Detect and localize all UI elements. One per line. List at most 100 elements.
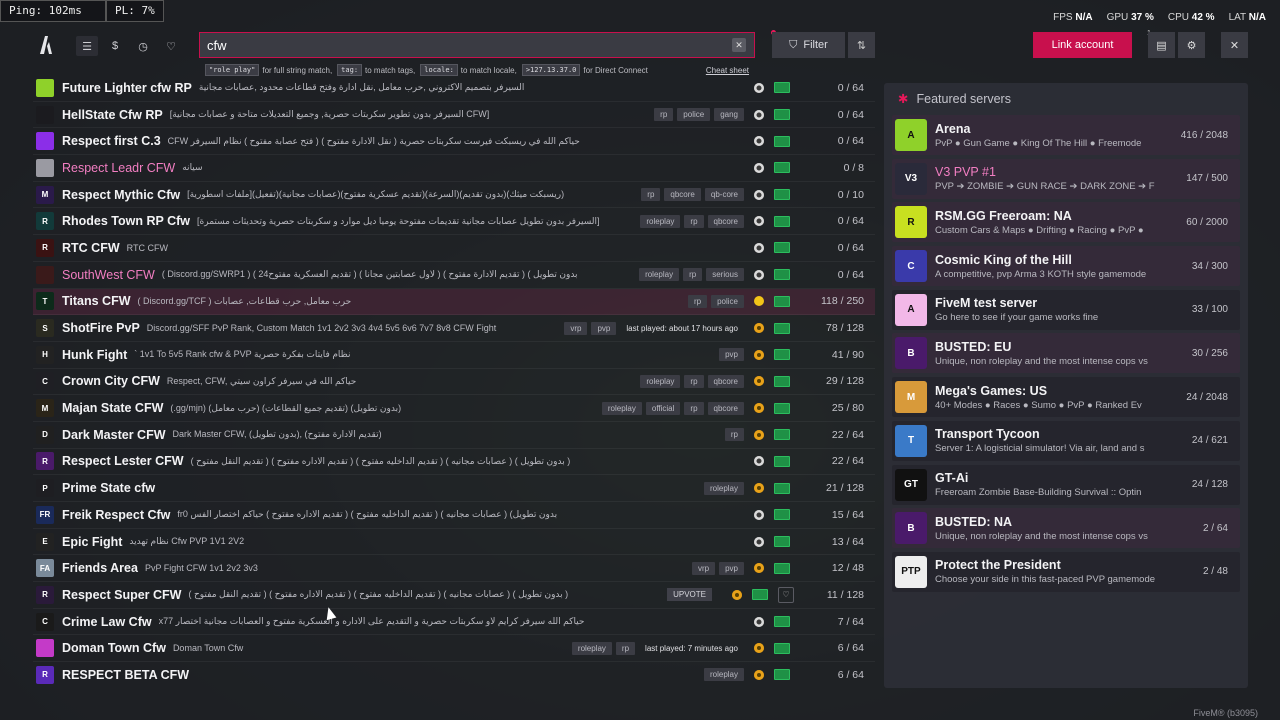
server-row[interactable]: FA Friends Area PvP Fight CFW 1v1 2v2 3v3 v… bbox=[33, 555, 875, 583]
server-row[interactable]: R Respect Lester CFW ( تقديم النقل مفتوح )… bbox=[33, 449, 875, 476]
featured-server-card[interactable]: GT GT-Ai Freeroam Zombie Base-Building Sur… bbox=[892, 464, 1240, 505]
featured-server-card[interactable]: A Arena PvP ● Gun Game ● King Of The Hill … bbox=[892, 115, 1240, 155]
tag[interactable]: qbcore bbox=[707, 374, 744, 388]
tag[interactable]: roleplay bbox=[571, 641, 612, 655]
featured-server-card[interactable]: M Mega's Games: US 40+ Modes ● Races ● Sum… bbox=[892, 377, 1240, 418]
filter-button[interactable]: ⛉ Filter bbox=[772, 32, 845, 58]
tag[interactable]: roleplay bbox=[703, 481, 744, 495]
tag[interactable]: rp bbox=[615, 641, 636, 655]
tag[interactable]: serious bbox=[706, 268, 744, 282]
server-row[interactable]: FR Freik Respect Cfw fr0 بدون تطويل) ( عصا… bbox=[33, 502, 875, 529]
server-row[interactable]: R Rhodes Town RP Cfw [السيرفر بدون تطويل ع… bbox=[33, 208, 875, 236]
featured-server-card[interactable]: C Cosmic King of the Hill A competitive, p… bbox=[892, 246, 1240, 287]
tag[interactable]: roleplay bbox=[639, 268, 680, 282]
server-name: Rhodes Town RP Cfw bbox=[62, 214, 191, 229]
player-count: 21 / 128 bbox=[826, 482, 864, 495]
search-input[interactable] bbox=[200, 33, 732, 57]
tag[interactable]: qbcore bbox=[707, 214, 744, 228]
tag[interactable]: rp bbox=[641, 188, 661, 202]
server-row[interactable]: R Respect Super CFW ( تقديم النقل مفتوح ) … bbox=[33, 582, 875, 609]
featured-server-description: Choose your side in this fast-paced PVP … bbox=[935, 574, 1156, 586]
search-bar[interactable]: ✕ bbox=[199, 32, 755, 58]
tag[interactable]: qbcore bbox=[707, 401, 744, 415]
tag[interactable]: police bbox=[711, 294, 744, 308]
link-account-button[interactable]: Link account bbox=[1033, 32, 1132, 58]
server-description: (.gg/mjn) (حرب معامل) (تقديم جميع القطاع… bbox=[170, 402, 402, 413]
server-meta: 22 / 64 bbox=[738, 455, 875, 467]
tag[interactable]: qb-core bbox=[704, 188, 744, 202]
featured-server-icon: C bbox=[895, 250, 927, 283]
sort-button[interactable]: ⇅ bbox=[848, 32, 875, 58]
server-row[interactable]: P Prime State cfw roleplay 21 / 128 bbox=[33, 475, 875, 502]
history-icon[interactable]: ◷ bbox=[132, 36, 154, 56]
server-row[interactable]: H Hunk Fight ` 1v1 To 5v5 Rank cfw & PVP ن… bbox=[33, 342, 875, 369]
tag[interactable]: roleplay bbox=[601, 401, 642, 415]
featured-server-card[interactable]: PTP Protect the President Choose your side… bbox=[892, 551, 1240, 592]
featured-server-card[interactable]: B BUSTED: NA Unique, non roleplay and the … bbox=[892, 508, 1240, 549]
close-button[interactable]: ✕ bbox=[1221, 32, 1248, 58]
server-row[interactable]: M Respect Mythic Cfw [ملفات اسطورية](تفعيل… bbox=[33, 182, 875, 209]
tag[interactable]: vrp bbox=[564, 321, 588, 335]
tag[interactable]: pvp bbox=[591, 321, 617, 335]
tag[interactable]: vrp bbox=[691, 561, 716, 575]
server-row[interactable]: HellState Cfw RP [السيرفر بدون تطوير سكرب… bbox=[33, 102, 875, 129]
cpu-value: 42 % bbox=[1191, 12, 1215, 23]
server-row[interactable]: E Epic Fight نظام تهديد Cfw PVP 1V1 2V2 13 … bbox=[33, 529, 875, 556]
tag[interactable]: rp bbox=[724, 428, 744, 442]
server-row[interactable]: SouthWest CFW ( Discord.gg/SWRP1 ) ( تقدي… bbox=[33, 262, 875, 289]
server-icon bbox=[36, 132, 54, 151]
dollar-icon[interactable]: $ bbox=[104, 36, 126, 56]
server-row[interactable]: M Majan State CFW (.gg/mjn) (حرب معامل) (ت… bbox=[33, 395, 875, 422]
server-row[interactable]: Respect Leadr CFW سيانه 0 / 8 bbox=[33, 155, 875, 182]
status-icon bbox=[754, 189, 764, 200]
notifications-button[interactable]: ▤ bbox=[1148, 32, 1175, 58]
tag[interactable]: rp bbox=[684, 374, 704, 388]
list-icon[interactable]: ☰ bbox=[76, 36, 98, 56]
tag[interactable]: rp bbox=[684, 214, 704, 228]
tag[interactable]: roleplay bbox=[640, 374, 681, 388]
tag[interactable]: roleplay bbox=[703, 668, 744, 682]
tag[interactable]: rp bbox=[687, 294, 708, 308]
gpu-value: 37 % bbox=[1131, 12, 1154, 23]
settings-button[interactable]: ⚙ bbox=[1178, 32, 1205, 58]
server-description: ( تقديم النقل مفتوح ) ( تقديم الاداره مف… bbox=[188, 589, 569, 600]
server-row[interactable]: T Titans CFW ( Discord.gg/TCF ) حرب معامل,… bbox=[33, 288, 875, 316]
tag[interactable]: police bbox=[677, 108, 711, 122]
tag[interactable]: qbcore bbox=[664, 188, 701, 202]
server-row[interactable]: Respect first C.3 CFW حياكم الله في ريسبك… bbox=[33, 128, 875, 156]
server-name: Doman Town Cfw bbox=[62, 641, 166, 656]
server-name: Friends Area bbox=[62, 561, 138, 576]
featured-server-card[interactable]: T Transport Tycoon Server 1: A logisticial… bbox=[892, 420, 1240, 461]
status-icon bbox=[754, 162, 764, 173]
featured-server-card[interactable]: R RSM.GG Freeroam: NA Custom Cars & Maps ●… bbox=[892, 202, 1240, 243]
upvote-button[interactable]: UPVOTE bbox=[667, 588, 712, 602]
server-row[interactable]: D Dark Master CFW Dark Master CFW, (بدون ت… bbox=[33, 422, 875, 449]
tag[interactable]: roleplay bbox=[640, 214, 681, 228]
favorite-icon[interactable]: ♡ bbox=[778, 586, 794, 603]
fivem-logo[interactable] bbox=[38, 36, 54, 54]
tag[interactable]: official bbox=[645, 401, 681, 415]
server-tags: rp police gang bbox=[654, 108, 744, 122]
tag[interactable]: rp bbox=[684, 401, 704, 415]
server-row[interactable]: S ShotFire PvP Discord.gg/SFF PvP Rank, Cu… bbox=[33, 315, 875, 342]
tag[interactable]: pvp bbox=[719, 561, 744, 575]
featured-player-count: 24 / 128 bbox=[1191, 479, 1228, 490]
clear-search-icon[interactable]: ✕ bbox=[732, 38, 746, 52]
featured-server-card[interactable]: V3 V3 PVP #1 PVP ➔ ZOMBIE ➔ GUN RACE ➔ DAR… bbox=[892, 158, 1240, 199]
tag[interactable]: gang bbox=[714, 108, 744, 122]
tag[interactable]: rp bbox=[654, 108, 674, 122]
server-name: RTC CFW bbox=[62, 240, 120, 255]
tag[interactable]: rp bbox=[683, 268, 703, 282]
featured-server-card[interactable]: A FiveM test server Go here to see if your… bbox=[892, 289, 1240, 330]
server-row[interactable]: Doman Town Cfw Doman Town Cfw roleplay rp la… bbox=[33, 635, 875, 663]
server-row[interactable]: R RTC CFW RTC CFW 0 / 64 bbox=[33, 235, 875, 262]
server-row[interactable]: R RESPECT BETA CFW roleplay 6 / 64 bbox=[33, 662, 875, 687]
server-row[interactable]: C Crime Law Cfw x77 حياكم الله سيرفر كرايم… bbox=[33, 609, 875, 636]
server-row[interactable]: Future Lighter cfw RP السيرفر بتصميم الاك… bbox=[33, 75, 875, 102]
cheat-sheet-link[interactable]: Cheat sheet bbox=[706, 66, 749, 75]
featured-server-card[interactable]: B BUSTED: EU Unique, non roleplay and the … bbox=[892, 333, 1240, 374]
player-count: 0 / 10 bbox=[837, 188, 864, 201]
server-row[interactable]: C Crown City CFW Respect, CFW, حياكم الله … bbox=[33, 369, 875, 396]
tag[interactable]: pvp bbox=[719, 348, 744, 362]
heart-icon[interactable]: ♡ bbox=[160, 36, 182, 56]
